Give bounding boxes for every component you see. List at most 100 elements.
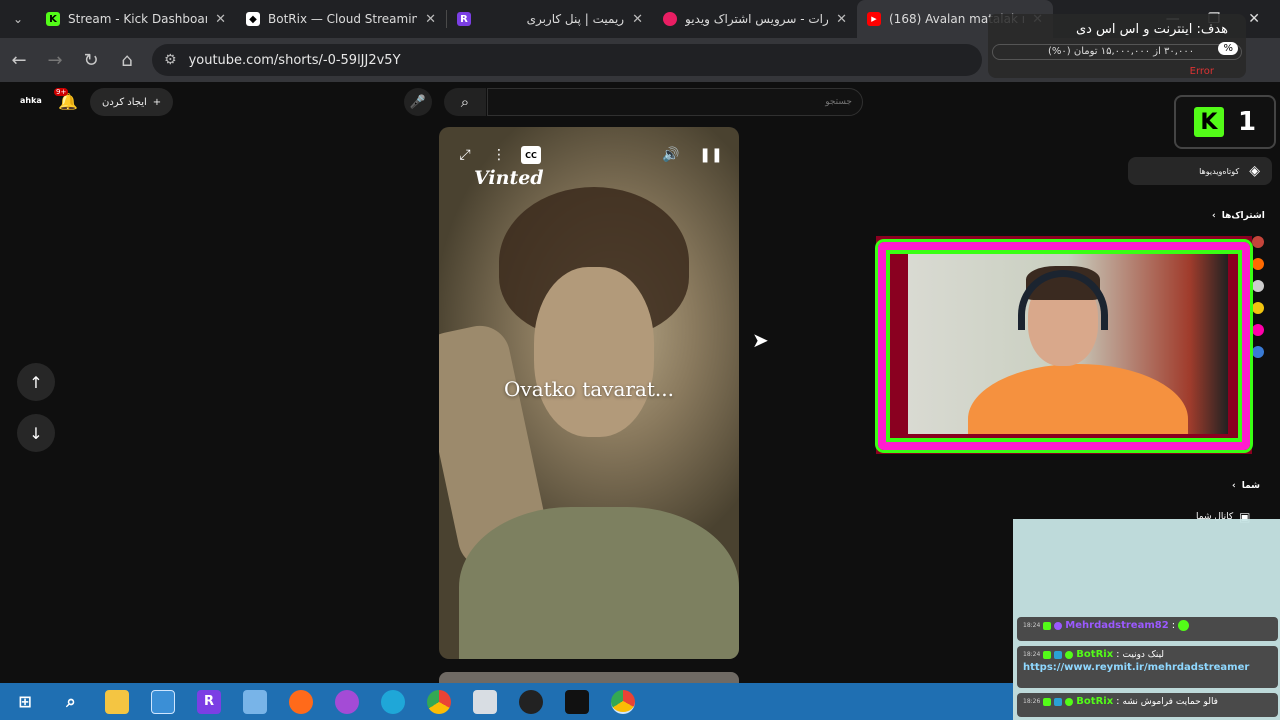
close-window-icon[interactable]: ✕ <box>1248 11 1260 27</box>
sidebar-heading-label: شما <box>1241 481 1260 491</box>
chat-message: 18:24 Mehrdadstream82 : <box>1017 617 1278 641</box>
kick-favicon-icon: K <box>46 12 60 26</box>
site-settings-icon[interactable]: ⚙ <box>164 52 177 68</box>
webcam-overlay <box>876 236 1252 454</box>
bot-badge-icon <box>1054 697 1063 706</box>
plus-icon: + <box>152 96 162 108</box>
close-icon[interactable]: ✕ <box>632 12 643 27</box>
back-icon[interactable]: ← <box>2 43 36 77</box>
create-label: ایجاد کردن <box>102 96 147 108</box>
webcam-feed <box>908 254 1228 434</box>
kick-badge-icon <box>1043 697 1052 706</box>
file-explorer-icon[interactable] <box>105 689 129 714</box>
notifications-bell-icon[interactable]: 🔔 9+ <box>54 88 78 112</box>
tab-title: آپارات - سرویس اشتراک ویدیو <box>685 12 829 26</box>
reload-icon[interactable]: ↻ <box>74 43 108 77</box>
chat-separator: : <box>1116 649 1120 660</box>
chat-separator: : <box>1171 620 1176 631</box>
chrome-icon[interactable] <box>427 689 451 714</box>
chrome-active-icon[interactable] <box>611 689 635 714</box>
previous-short-arrow-up-icon[interactable]: ↑ <box>17 363 55 401</box>
windows-taskbar: ⊞ ⌕ R <box>0 683 1013 720</box>
fullscreen-icon[interactable]: ⤢ <box>455 145 475 165</box>
kick-badge-icon <box>1043 650 1052 659</box>
home-icon[interactable]: ⌂ <box>110 43 144 77</box>
donation-goal-overlay: هدف: اینترنت و اس اس دی ۳۰,۰۰۰ از ۱۵,۰۰۰… <box>988 14 1246 78</box>
forward-icon[interactable]: → <box>38 43 72 77</box>
app-icon[interactable] <box>473 689 497 714</box>
search-input[interactable] <box>487 88 863 116</box>
sidebar-heading-label: اشتراک‌ها <box>1221 211 1265 221</box>
brand-watermark: Vinted <box>474 167 544 189</box>
avatar[interactable] <box>1252 236 1264 248</box>
chat-text: فالو حمایت فراموش نشه <box>1122 696 1218 707</box>
notification-badge: 9+ <box>54 88 69 96</box>
kick-viewer-counter: K 1 <box>1174 95 1276 149</box>
obs-icon[interactable] <box>519 689 543 714</box>
voice-search-mic-icon[interactable]: 🎤 <box>404 88 432 116</box>
goal-title: هدف: اینترنت و اس اس دی <box>1075 22 1228 37</box>
firefox-icon[interactable] <box>289 689 313 714</box>
avatar[interactable] <box>1252 280 1264 292</box>
youtube-header: ahka 🔔 9+ ایجاد کردن + 🎤 ⌕ <box>0 82 1280 122</box>
shorts-icon: ◈ <box>1249 163 1260 179</box>
store-icon[interactable] <box>151 689 175 714</box>
verified-badge-icon <box>1065 697 1074 706</box>
avatar[interactable] <box>1252 324 1264 336</box>
reymit-favicon-icon: R <box>457 12 471 26</box>
captions-icon[interactable]: CC <box>521 146 541 164</box>
viewer-count: 1 <box>1237 107 1257 137</box>
notepad-icon[interactable] <box>243 689 267 714</box>
subscriber-badge-icon <box>1054 621 1063 630</box>
more-options-icon[interactable]: ⋮ <box>489 145 509 165</box>
discord-icon[interactable] <box>335 689 359 714</box>
capcut-icon[interactable] <box>565 689 589 714</box>
next-short-arrow-down-icon[interactable]: ↓ <box>17 414 55 452</box>
subscription-avatars <box>1252 236 1266 358</box>
windows-start-icon[interactable]: ⊞ <box>13 690 37 714</box>
volume-icon[interactable]: 🔊 <box>661 145 681 165</box>
close-icon[interactable]: ✕ <box>836 12 847 27</box>
short-video-player[interactable]: ⤢ ⋮ CC 🔊 ❚❚ Vinted Ovatko tavarat... <box>439 127 739 659</box>
goal-percent-badge: % <box>1218 42 1238 55</box>
sidebar-you-heading[interactable]: ‹ شما <box>1232 481 1260 491</box>
avatar[interactable] <box>1252 346 1264 358</box>
pause-icon[interactable]: ❚❚ <box>699 145 722 165</box>
kick-logo-icon: K <box>1193 107 1224 137</box>
verified-badge-icon <box>1065 650 1074 659</box>
edge-icon[interactable] <box>381 689 405 714</box>
address-bar[interactable]: ⚙ youtube.com/shorts/-0-59lJJ2v5Y <box>152 44 982 76</box>
chat-overlay: 18:24 Mehrdadstream82 : 18:24 BotRix : ل… <box>1013 519 1280 720</box>
tab-reymit-panel[interactable]: ریمیت | پنل کاربری ✕ <box>483 0 653 38</box>
chat-time: 18:24 <box>1023 651 1041 658</box>
emote-icon <box>1178 620 1190 631</box>
kick-badge-icon <box>1043 621 1052 630</box>
chat-username: BotRix <box>1076 696 1114 707</box>
chat-text: لینک دونیت <box>1122 649 1165 660</box>
search-icon[interactable]: ⌕ <box>59 690 83 714</box>
tab-kick-dashboard[interactable]: K Stream - Kick Dashboard ✕ <box>36 0 236 38</box>
sidebar-subscriptions-heading[interactable]: ‹ اشتراک‌ها <box>1212 211 1265 221</box>
search-icon[interactable]: ⌕ <box>444 88 486 116</box>
close-icon[interactable]: ✕ <box>425 12 436 27</box>
close-icon[interactable]: ✕ <box>215 12 226 27</box>
account-logo[interactable]: ahka <box>20 96 42 105</box>
avatar[interactable] <box>1252 258 1264 270</box>
chat-link: https://www.reymit.ir/mehrdadstreamer <box>1023 662 1250 673</box>
tab-search-menu[interactable]: ⌄ <box>0 0 36 38</box>
screen: ⌄ K Stream - Kick Dashboard ✕ ◆ BotRix —… <box>0 0 1280 720</box>
sidebar-item-shorts[interactable]: کوتاه‌ویدیوها ◈ <box>1128 157 1272 185</box>
tab-title: BotRix — Cloud Streaming B <box>268 12 418 26</box>
botrix-favicon-icon: ◆ <box>246 12 260 26</box>
chat-message: 18:26 BotRix : فالو حمایت فراموش نشه <box>1017 693 1278 717</box>
video-caption: Ovatko tavarat... <box>504 377 674 401</box>
create-button[interactable]: ایجاد کردن + <box>90 88 174 116</box>
sidebar-item-label: کوتاه‌ویدیوها <box>1199 166 1240 176</box>
avatar[interactable] <box>1252 302 1264 314</box>
tab-botrix[interactable]: ◆ BotRix — Cloud Streaming B ✕ <box>236 0 446 38</box>
mouse-cursor-icon: ➤ <box>752 328 769 352</box>
tab-aparat[interactable]: آپارات - سرویس اشتراک ویدیو ✕ <box>653 0 857 38</box>
chat-username: Mehrdadstream82 <box>1065 620 1169 631</box>
reymit-app-icon[interactable]: R <box>197 689 221 714</box>
tab-reymit-pinned[interactable]: R <box>447 0 483 38</box>
